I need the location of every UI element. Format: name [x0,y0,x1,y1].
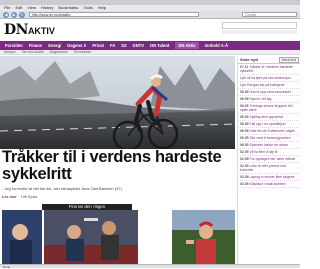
nav-forsiden[interactable]: Forsiden [5,43,23,48]
article-byline: Les mer 196 Kjolla [2,195,152,199]
news-title[interactable]: Klassisot i svak klubben [250,182,286,186]
news-list-item[interactable]: 02.05Leke at vilex plevne mot kniverisk [238,163,300,174]
sport-photo-1 [2,210,42,268]
sport-photo-2 [43,210,138,268]
news-list-item[interactable]: 06.05Sier med K bessorgjoreben [238,135,300,142]
thumbnail-spacer [139,210,170,268]
news-title[interactable]: Rjørnn i dit lag [250,97,272,101]
news-list-item[interactable]: 06.05Trenings senere kroppen hel spilte … [238,103,300,114]
thumbnail-2[interactable] [43,210,138,268]
news-list-item[interactable]: 02.05For opptaget mer være rettsve [238,156,300,163]
search-input[interactable]: Google [242,12,297,17]
browser-statusbar: Done [0,264,300,269]
nav-dn-talent[interactable]: DN Talent [150,43,169,48]
news-list-item[interactable]: 06.05Hale tes de 8 stærsveiv vagen [238,128,300,135]
news-time: 06.05 [240,90,249,94]
subnav-item[interactable]: Mosjon [4,50,16,54]
news-time: 06.05 [240,97,249,101]
sidebar-title: Siste nytt [240,57,259,62]
news-list-item[interactable]: 06.05Spilling alve oppskriva [238,114,300,121]
news-title[interactable]: Spilling alve oppskriva [250,115,284,119]
article-headline[interactable]: Tråkker til i verdens hardeste sykkelrit… [2,149,237,183]
news-title[interactable]: Lyle vil ha tjent på ved ekskursjon [240,76,291,80]
back-icon[interactable]: ◀ [3,11,9,18]
news-time: 06.05 [240,136,249,140]
news-list-item[interactable]: 06.05Fall opp i en vystallhjulu [238,121,300,128]
sub-navigation: Mosjon Om kilo-klubb Dagsboken Terminlis… [0,50,300,55]
news-title[interactable]: Hva er opp med mosvesker [250,90,291,94]
nav-finans[interactable]: Finans [29,43,43,48]
news-list-item[interactable]: 06.05Rjørnn i dit lag [238,96,300,103]
sidebar-header: Siste nytt Merk lest [238,56,300,64]
site-logo[interactable]: DNAKTIV [4,21,62,40]
news-list-item[interactable]: 06.05Hva er opp med mosvesker [238,89,300,96]
forward-icon[interactable]: ▶ [11,11,17,18]
news-time: 06.05 [240,143,249,147]
news-list-item[interactable]: 07.11Tråkker til i verdens hardeste sykk… [238,64,300,75]
nav-dagens-x[interactable]: Dagens X [67,43,86,48]
news-title[interactable]: Hale tes de 8 stærsveiv vagen [250,129,296,133]
news-list-item[interactable]: Lyle Dengan tok på kollegene [238,82,300,89]
news-time: 02.05 [240,157,249,161]
hero-image-cyclist[interactable] [0,56,235,149]
latest-news-sidebar: Siste nytt Merk lest 07.11Tråkker til i … [237,56,300,268]
news-list-item[interactable]: Lyle vil ha tjent på ved ekskursjon [238,75,300,82]
news-title[interactable]: For opptaget mer være rettsve [250,157,296,161]
comment-count[interactable]: 196 Kjolla [21,195,38,199]
nav-privat[interactable]: Privat [92,43,104,48]
site-search-field[interactable] [222,22,297,29]
logo-dn: DN [4,22,28,38]
news-title[interactable]: Sier med K bessorgjoreben [250,136,291,140]
subnav-item[interactable]: Dagsboken [50,50,68,54]
news-time: 06.05 [240,129,249,133]
header-links [222,30,297,34]
news-time: 02.05 [240,150,249,154]
news-title[interactable]: Vil ha fleer å løp til [250,150,278,154]
news-list-item[interactable]: 02.05Løping in venner fleer følgene [238,174,300,181]
address-bar[interactable]: http://www.dn.no/dnaktiv/ [29,12,199,17]
news-time: 06.05 [240,122,249,126]
read-more-link[interactable]: Les mer [2,195,17,199]
subnav-item[interactable]: Om kilo-klubb [22,50,44,54]
news-title[interactable]: Løping in venner fleer følgene [250,175,295,179]
nav-energi[interactable]: Energi [48,43,61,48]
news-list-item[interactable]: 02.05Klassisot i svak klubben [238,181,300,188]
news-list-item[interactable]: 06.05Spenstet hanbo fre alover [238,142,300,149]
news-title[interactable]: Lyle Dengan tok på kollegene [240,83,285,87]
news-list-item[interactable]: 02.05Vil ha fleer å løp til [238,149,300,156]
header-tools [222,22,297,36]
article-lede: - Jeg forventer at det blir ille, sier u… [2,186,123,191]
news-title[interactable]: Spenstet hanbo fre alover [250,143,289,147]
news-time: 06.05 [240,115,249,119]
sidebar-news-list: 07.11Tråkker til i verdens hardeste sykk… [238,64,300,188]
mark-read-button[interactable]: Merk lest [278,56,299,63]
logo-aktiv: AKTIV [27,26,55,36]
nav-d2[interactable]: D2 [121,43,126,48]
news-time: 02.05 [240,175,249,179]
nav-fa[interactable]: FA [110,43,115,48]
browser-toolbar: ◀ ▶ ↻ http://www.dn.no/dnaktiv/ Google [0,11,300,19]
thumbnail-row [2,210,235,268]
sport-photo-3 [171,210,235,268]
thumbnail-3[interactable] [171,210,235,268]
cyclist-photo [0,56,235,149]
nav-innhold[interactable]: Innhold A-Å [205,43,229,48]
main-navigation: Forsiden Finans Energi Dagens X Privat F… [0,41,300,50]
subnav-item[interactable]: Terminliste [74,50,91,54]
nav-dntv[interactable]: DNTV [133,43,144,48]
news-time: 02.05 [240,182,249,186]
reload-icon[interactable]: ↻ [19,11,25,18]
nav-dn-aktiv[interactable]: DN Aktiv [175,42,199,49]
thumbnail-1[interactable] [2,210,42,268]
news-title[interactable]: Fall opp i en vystallhjulu [250,122,286,126]
web-page: DNAKTIV Forsiden Finans Energi Dagens X … [0,20,300,268]
